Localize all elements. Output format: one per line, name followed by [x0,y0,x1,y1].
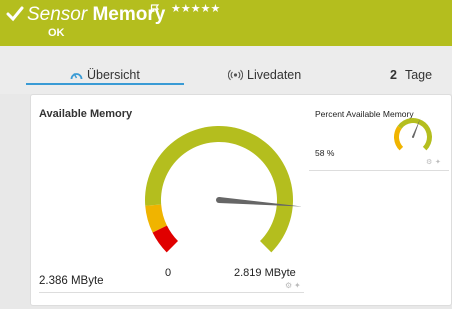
mini-warning-zone [394,125,404,151]
active-tab-indicator [26,83,184,85]
tab-2-days[interactable]: 2 Tage [390,68,432,82]
mini-pin-icon[interactable]: ✦ [435,158,441,166]
tab-overview-label: Übersicht [87,68,140,82]
sensor-kind: Sensor [27,4,88,25]
check-icon [6,6,24,22]
sensor-title: Sensor Memory [27,4,165,26]
tab-days-label: Tage [404,68,433,82]
gauge-max-label: 2.819 MByte [234,267,296,279]
gauge-icon [70,73,83,80]
gauge-title: Available Memory [39,108,133,120]
tab-live-label: Livedaten [247,68,302,82]
mini-gauge-value: 58 % [315,148,335,158]
percent-available-gauge [394,118,432,151]
priority-stars[interactable]: ★★★★★ [171,2,220,15]
mini-gauge-card[interactable]: Percent Available Memory 58 % ⚙ ✦ [309,101,449,171]
available-memory-gauge [145,126,301,253]
gauge-needle-hub [216,197,222,203]
status-text: OK [48,27,65,39]
gauge-value: 2.386 MByte [39,275,104,287]
pin-icon[interactable]: ✦ [294,281,301,290]
tab-overview[interactable]: Übersicht [70,68,140,82]
divider [39,292,304,293]
flag-icon[interactable] [150,4,160,14]
gauge-min-label: 0 [165,267,172,279]
sensor-header: Sensor Memory ★★★★★ OK [0,0,452,46]
tab-live-data[interactable]: Livedaten [227,68,302,82]
gauge-needle-hub [412,136,414,138]
gauge-panel: Available Memory 0 2.819 MByte 2.386 MBy… [30,94,452,306]
live-signal-icon [227,69,244,81]
settings-icon[interactable]: ⚙ [285,281,292,290]
tab-days-number: 2 [390,68,397,82]
mini-settings-icon[interactable]: ⚙ [426,158,432,166]
tab-bar: Übersicht Livedaten 2 Tage [0,46,452,94]
